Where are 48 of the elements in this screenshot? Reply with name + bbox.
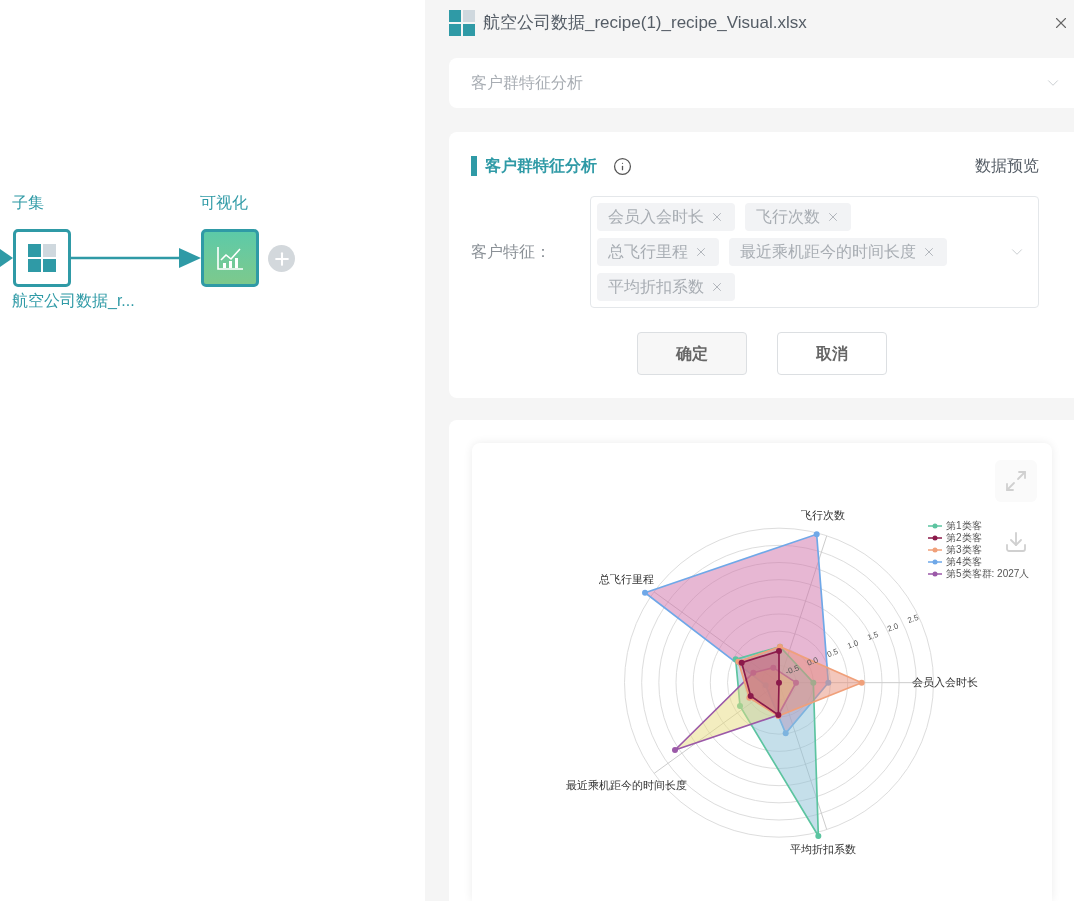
connector-arrow: [0, 249, 13, 267]
expand-icon: [1004, 469, 1028, 493]
tick-label: 2.0: [886, 621, 900, 634]
tick-label: 0.0: [805, 655, 820, 668]
remove-icon[interactable]: [922, 245, 936, 259]
preview-link[interactable]: 数据预览: [975, 154, 1039, 178]
axis-label: 飞行次数: [801, 509, 846, 521]
node-caption: 航空公司数据_r...: [12, 291, 135, 311]
grid-icon: [28, 244, 56, 272]
axis-label: 最近乘机距今的时间长度: [565, 779, 687, 792]
remove-icon[interactable]: [826, 210, 840, 224]
chart-node[interactable]: [201, 229, 259, 287]
axis-label: 总飞行里程: [599, 572, 655, 585]
chart-icon: [216, 245, 244, 271]
remove-icon[interactable]: [710, 280, 724, 294]
tag-label: 最近乘机距今的时间长度: [740, 242, 916, 262]
field-label: 客户特征：: [471, 242, 552, 262]
title-accent: [471, 156, 477, 176]
legend-label: 第1类客: [946, 520, 982, 532]
dataset-node[interactable]: [13, 229, 71, 287]
node-title: 子集: [12, 193, 44, 213]
tick-label: 1.5: [866, 629, 880, 643]
tick-label: 1.0: [846, 638, 860, 651]
section-title: 客户群特征分析: [485, 156, 597, 176]
legend-label: 第4类客: [946, 556, 982, 568]
download-icon: [1004, 530, 1028, 554]
node-title: 可视化: [200, 193, 248, 213]
legend-label: 第3类客: [946, 544, 982, 556]
remove-icon[interactable]: [710, 210, 724, 224]
confirm-button[interactable]: 确定: [637, 332, 747, 375]
cancel-button[interactable]: 取消: [777, 332, 887, 375]
legend-label: 第2类客: [946, 532, 982, 544]
remove-icon[interactable]: [694, 245, 708, 259]
axis-label: 平均折扣系数: [789, 843, 856, 856]
tag-label: 平均折扣系数: [608, 277, 704, 297]
info-icon[interactable]: [613, 156, 632, 176]
panel-title: 航空公司数据_recipe(1)_recipe_Visual.xlsx: [483, 12, 808, 35]
axis-label: 会员入会时长: [911, 676, 978, 688]
tick-label: -0.5: [784, 663, 801, 677]
tick-label: 2.5: [906, 612, 920, 626]
add-icon[interactable]: [268, 245, 295, 272]
expand-button[interactable]: [995, 460, 1037, 502]
tick-label: 0.5: [825, 646, 840, 660]
tag-label: 会员入会时长: [608, 207, 704, 227]
grid-icon: [449, 10, 475, 36]
tag-label: 总飞行里程: [608, 242, 688, 262]
legend-label: 第5类客群: 2027人: [946, 568, 1030, 580]
tag-label: 飞行次数: [756, 207, 820, 227]
